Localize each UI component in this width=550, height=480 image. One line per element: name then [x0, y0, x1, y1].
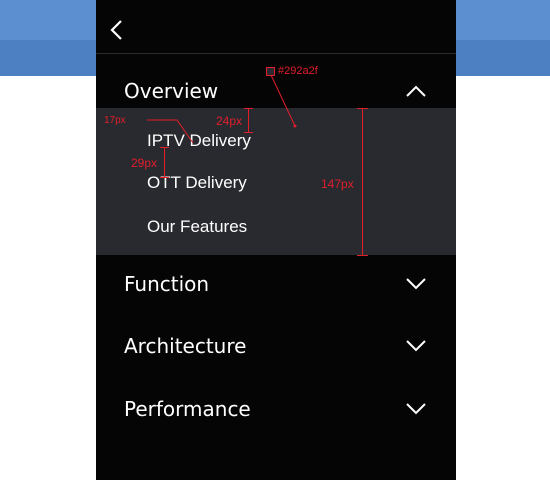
menu-item-performance[interactable]: Performance [96, 384, 456, 434]
spacing-annotation-line [164, 147, 165, 177]
menu-item-label: Architecture [124, 334, 247, 358]
chevron-down-icon [406, 278, 426, 290]
menu-item-label: Performance [124, 397, 251, 421]
gap-annotation-cap-top [244, 108, 253, 109]
height-annotation-cap-bottom [357, 255, 368, 256]
font-size-annotation-pointer [147, 119, 194, 144]
color-annotation-pointer [270, 74, 297, 128]
chevron-down-icon [406, 403, 426, 415]
nav-top-bar [96, 0, 456, 54]
submenu-item-ott-delivery[interactable]: OTT Delivery [147, 173, 247, 193]
gap-annotation-line [248, 108, 249, 132]
spacing-annotation-cap-top [160, 147, 169, 148]
chevron-down-icon [406, 340, 426, 352]
gap-annotation-cap-bottom [244, 132, 253, 133]
menu-item-architecture[interactable]: Architecture [96, 321, 456, 371]
height-annotation: 147px [321, 177, 354, 191]
menu-item-function[interactable]: Function [96, 259, 456, 309]
gap-annotation: 24px [216, 114, 243, 128]
height-annotation-line [362, 108, 363, 256]
spacing-annotation-cap-bottom [160, 177, 169, 178]
font-size-annotation: 17px [104, 115, 126, 126]
height-annotation-cap-top [357, 108, 368, 109]
menu-item-label: Function [124, 272, 210, 296]
submenu-item-our-features[interactable]: Our Features [147, 217, 247, 237]
chevron-up-icon [406, 85, 426, 97]
spacing-annotation: 29px [131, 156, 158, 170]
mobile-nav-panel: Overview IPTV Delivery OTT Delivery Our … [96, 0, 456, 480]
back-chevron-icon[interactable] [108, 19, 126, 41]
menu-item-label: Overview [124, 79, 219, 103]
